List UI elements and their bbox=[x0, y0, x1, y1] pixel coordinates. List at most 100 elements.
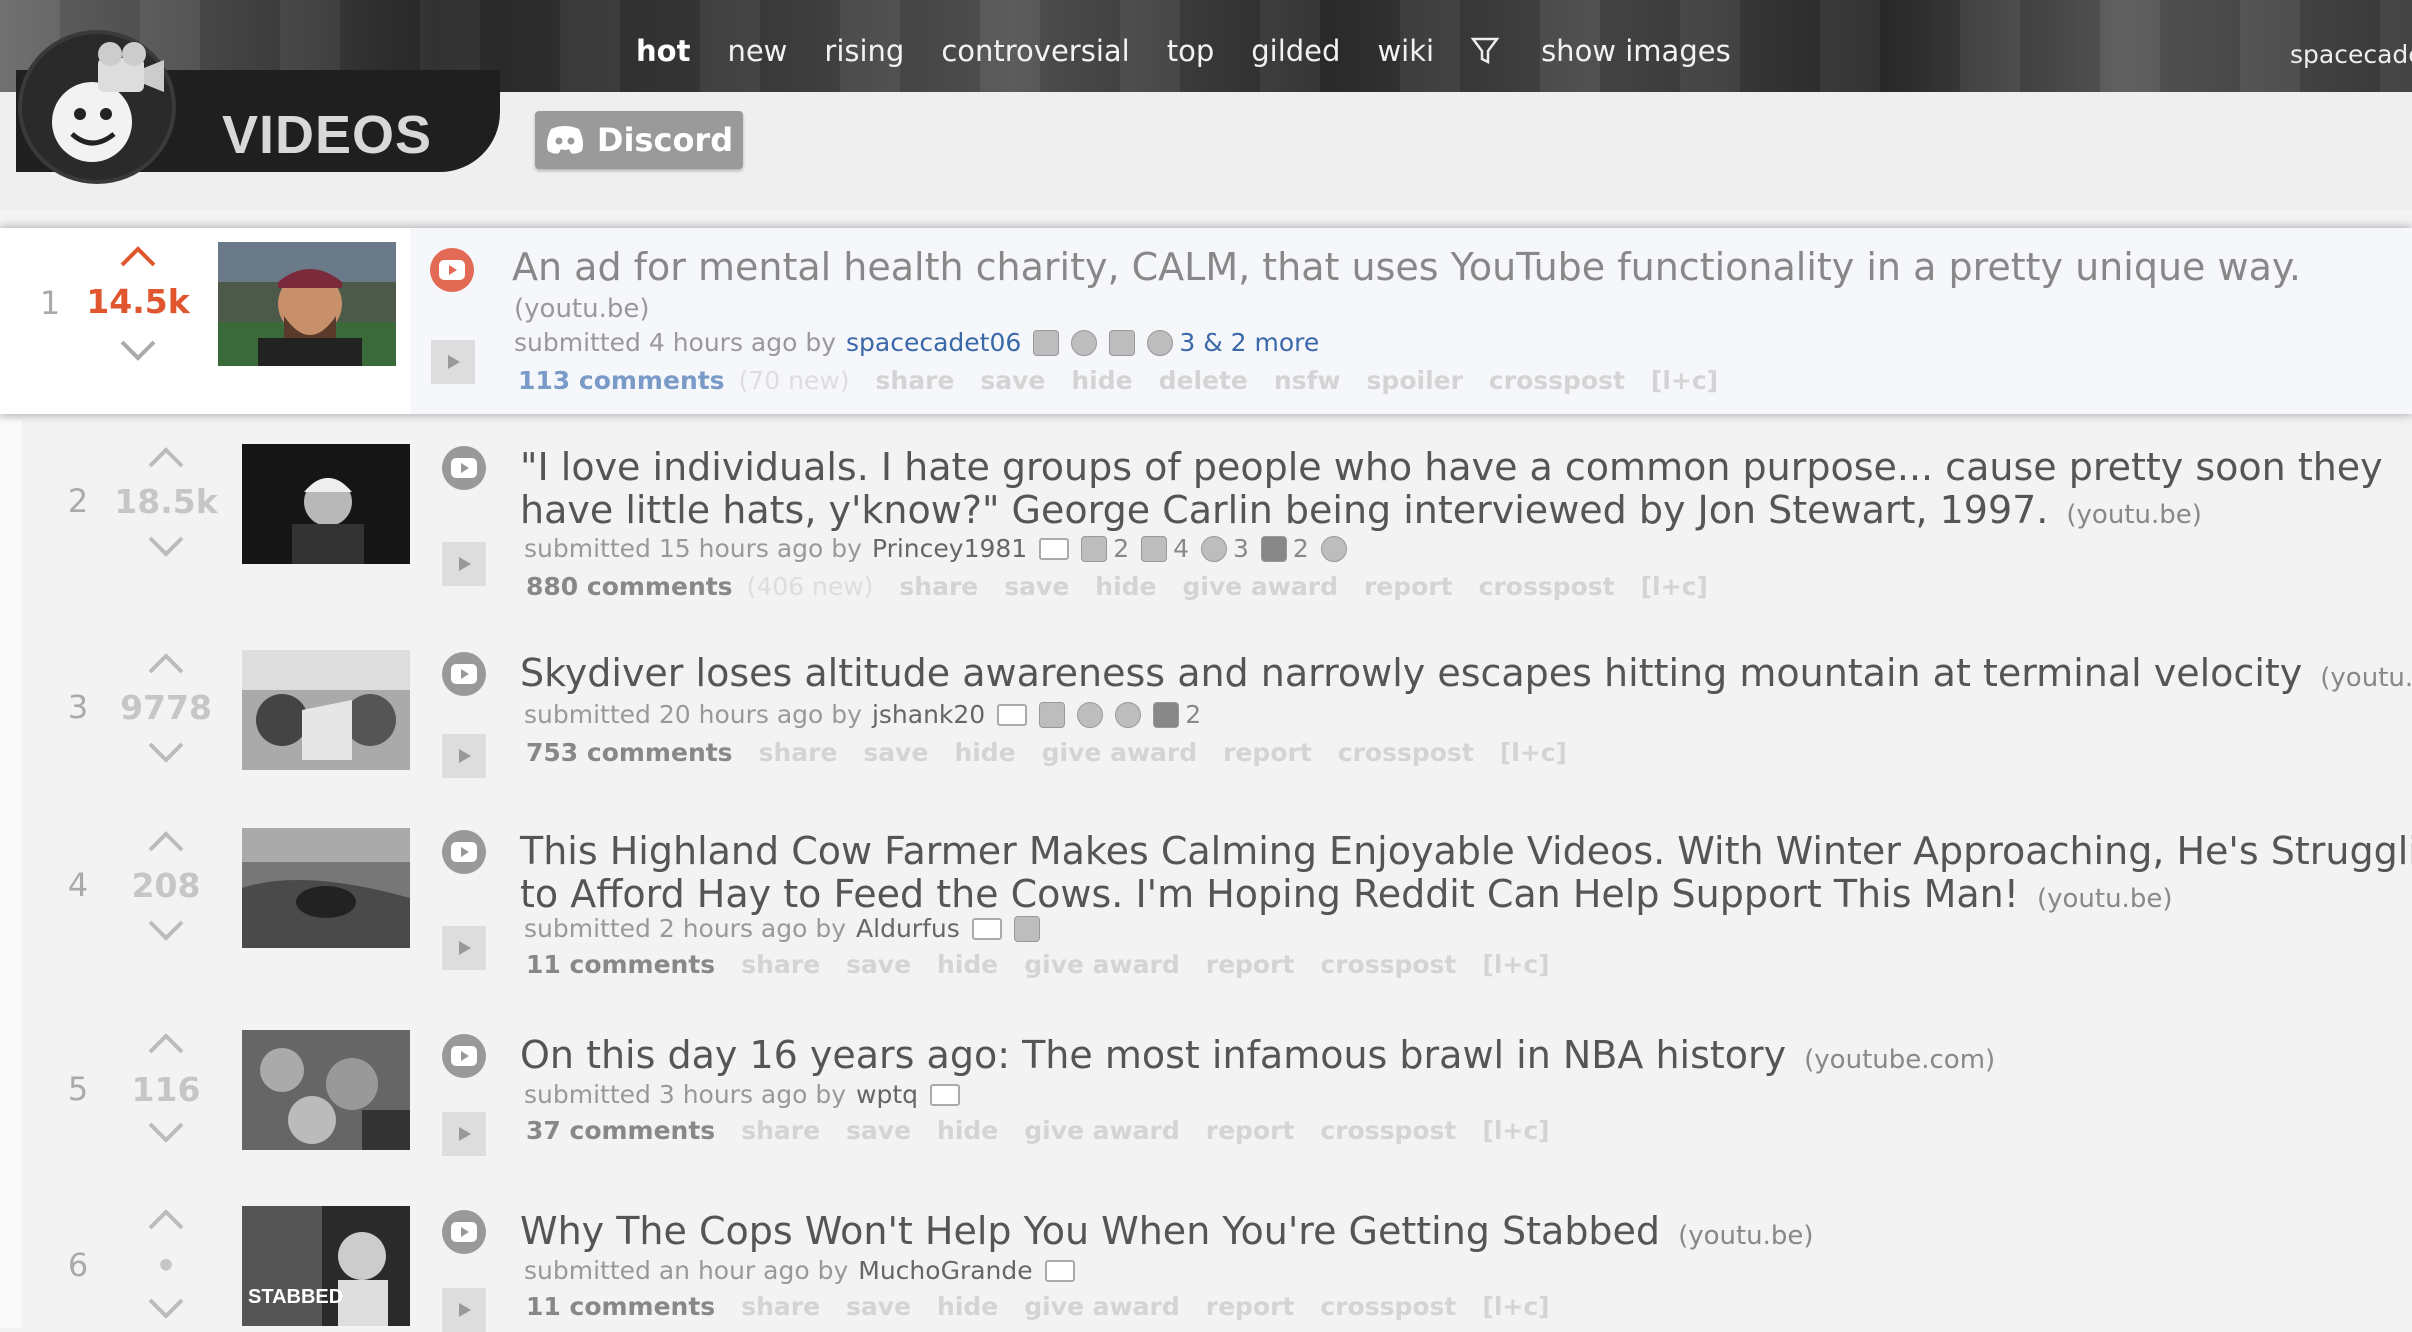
play-expando-button[interactable] bbox=[442, 734, 486, 778]
downvote-arrow-icon[interactable] bbox=[146, 534, 186, 560]
give-award-button[interactable]: give award bbox=[1042, 738, 1197, 767]
upvote-arrow-icon[interactable] bbox=[146, 828, 186, 854]
award-item[interactable]: 2 bbox=[1081, 534, 1129, 563]
play-expando-button[interactable] bbox=[442, 542, 486, 586]
post-title[interactable]: An ad for mental health charity, CALM, t… bbox=[512, 246, 2301, 289]
subreddit-title[interactable]: VIDEOS bbox=[222, 104, 432, 166]
post-title[interactable]: This Highland Cow Farmer Makes Calming E… bbox=[520, 830, 2412, 873]
hide-button[interactable]: hide bbox=[937, 1116, 998, 1145]
give-award-button[interactable]: give award bbox=[1024, 1292, 1179, 1321]
post-thumbnail[interactable] bbox=[218, 242, 396, 366]
save-button[interactable]: save bbox=[863, 738, 928, 767]
award-item[interactable] bbox=[1033, 329, 1060, 356]
share-button[interactable]: share bbox=[741, 1292, 820, 1321]
post-author[interactable]: spacecadet06 bbox=[846, 328, 1021, 357]
share-button[interactable]: share bbox=[741, 1116, 820, 1145]
hide-button[interactable]: hide bbox=[1071, 366, 1132, 395]
award-item[interactable] bbox=[1109, 329, 1136, 356]
spoiler-button[interactable]: spoiler bbox=[1367, 366, 1463, 395]
post-title[interactable]: Skydiver loses altitude awareness and na… bbox=[520, 652, 2412, 700]
comments-link[interactable]: 11 comments bbox=[526, 950, 715, 979]
share-button[interactable]: share bbox=[741, 950, 820, 979]
award-item[interactable] bbox=[1039, 701, 1066, 728]
comments-link[interactable]: 11 comments bbox=[526, 1292, 715, 1321]
post-title[interactable]: "I love individuals. I hate groups of pe… bbox=[520, 446, 2383, 489]
post-author[interactable]: wptq bbox=[856, 1080, 918, 1109]
save-button[interactable]: save bbox=[846, 1116, 911, 1145]
tab-top[interactable]: top bbox=[1167, 34, 1215, 68]
post-domain[interactable]: (youtu.be) bbox=[2037, 884, 2173, 914]
play-expando-button[interactable] bbox=[431, 340, 475, 384]
upvote-arrow-icon[interactable] bbox=[146, 1206, 186, 1232]
funnel-icon[interactable] bbox=[1471, 34, 1501, 68]
award-item[interactable]: 2 bbox=[1260, 534, 1309, 563]
video-expando-button[interactable] bbox=[442, 652, 486, 696]
share-button[interactable]: share bbox=[759, 738, 838, 767]
post-author[interactable]: MuchoGrande bbox=[858, 1256, 1032, 1285]
crosspost-button[interactable]: crosspost bbox=[1479, 572, 1615, 601]
link-context-button[interactable]: [l+c] bbox=[1500, 738, 1567, 767]
report-button[interactable]: report bbox=[1364, 572, 1453, 601]
post-title[interactable]: Why The Cops Won't Help You When You're … bbox=[520, 1210, 1814, 1258]
post-thumbnail[interactable]: STABBED bbox=[242, 1206, 410, 1326]
report-button[interactable]: report bbox=[1206, 1116, 1295, 1145]
post-title[interactable]: On this day 16 years ago: The most infam… bbox=[520, 1034, 1995, 1082]
play-expando-button[interactable] bbox=[442, 926, 486, 970]
link-context-button[interactable]: [l+c] bbox=[1651, 366, 1718, 395]
crosspost-button[interactable]: crosspost bbox=[1320, 950, 1456, 979]
downvote-arrow-icon[interactable] bbox=[146, 918, 186, 944]
video-expando-button[interactable] bbox=[430, 248, 474, 292]
crosspost-button[interactable]: crosspost bbox=[1320, 1116, 1456, 1145]
post-thumbnail[interactable] bbox=[242, 444, 410, 564]
subreddit-mascot-icon[interactable] bbox=[18, 30, 176, 184]
award-item[interactable] bbox=[1013, 915, 1040, 942]
share-button[interactable]: share bbox=[876, 366, 955, 395]
report-button[interactable]: report bbox=[1206, 950, 1295, 979]
crosspost-button[interactable]: crosspost bbox=[1489, 366, 1625, 395]
user-link[interactable]: spacecade bbox=[2290, 40, 2412, 69]
nsfw-button[interactable]: nsfw bbox=[1274, 366, 1341, 395]
give-award-button[interactable]: give award bbox=[1024, 1116, 1179, 1145]
downvote-arrow-icon[interactable] bbox=[146, 740, 186, 766]
award-item[interactable] bbox=[1077, 701, 1104, 728]
post-thumbnail[interactable] bbox=[242, 828, 410, 948]
discord-button[interactable]: Discord bbox=[535, 111, 743, 169]
video-expando-button[interactable] bbox=[442, 446, 486, 490]
award-item[interactable]: 4 bbox=[1141, 534, 1189, 563]
more-awards-link[interactable]: & 2 more bbox=[1203, 328, 1319, 357]
comments-link[interactable]: 37 comments bbox=[526, 1116, 715, 1145]
save-button[interactable]: save bbox=[846, 1292, 911, 1321]
upvote-arrow-icon[interactable] bbox=[146, 650, 186, 676]
upvote-arrow-icon[interactable] bbox=[118, 243, 158, 269]
link-context-button[interactable]: [l+c] bbox=[1641, 572, 1708, 601]
award-item[interactable] bbox=[1071, 329, 1098, 356]
crosspost-button[interactable]: crosspost bbox=[1338, 738, 1474, 767]
hide-button[interactable]: hide bbox=[954, 738, 1015, 767]
crosspost-button[interactable]: crosspost bbox=[1320, 1292, 1456, 1321]
hide-button[interactable]: hide bbox=[937, 1292, 998, 1321]
save-button[interactable]: save bbox=[1004, 572, 1069, 601]
tab-wiki[interactable]: wiki bbox=[1377, 34, 1434, 68]
give-award-button[interactable]: give award bbox=[1024, 950, 1179, 979]
post-thumbnail[interactable] bbox=[242, 650, 410, 770]
show-images-toggle[interactable]: show images bbox=[1541, 34, 1731, 68]
post-author[interactable]: Aldurfus bbox=[856, 914, 960, 943]
post-thumbnail[interactable] bbox=[242, 1030, 410, 1150]
play-expando-button[interactable] bbox=[442, 1112, 486, 1156]
downvote-arrow-icon[interactable] bbox=[118, 338, 158, 364]
tab-rising[interactable]: rising bbox=[824, 34, 904, 68]
downvote-arrow-icon[interactable] bbox=[146, 1120, 186, 1146]
post-domain[interactable]: (youtu.be) bbox=[514, 294, 650, 324]
hide-button[interactable]: hide bbox=[1095, 572, 1156, 601]
comments-link[interactable]: 753 comments bbox=[526, 738, 733, 767]
post-domain[interactable]: (youtu.be) bbox=[2066, 500, 2202, 530]
tab-new[interactable]: new bbox=[727, 34, 787, 68]
save-button[interactable]: save bbox=[980, 366, 1045, 395]
play-expando-button[interactable] bbox=[442, 1288, 486, 1332]
award-item[interactable] bbox=[1320, 535, 1347, 562]
share-button[interactable]: share bbox=[899, 572, 978, 601]
award-item[interactable]: 3 bbox=[1147, 328, 1195, 357]
link-context-button[interactable]: [l+c] bbox=[1482, 1292, 1549, 1321]
link-context-button[interactable]: [l+c] bbox=[1482, 950, 1549, 979]
award-item[interactable] bbox=[1115, 701, 1142, 728]
